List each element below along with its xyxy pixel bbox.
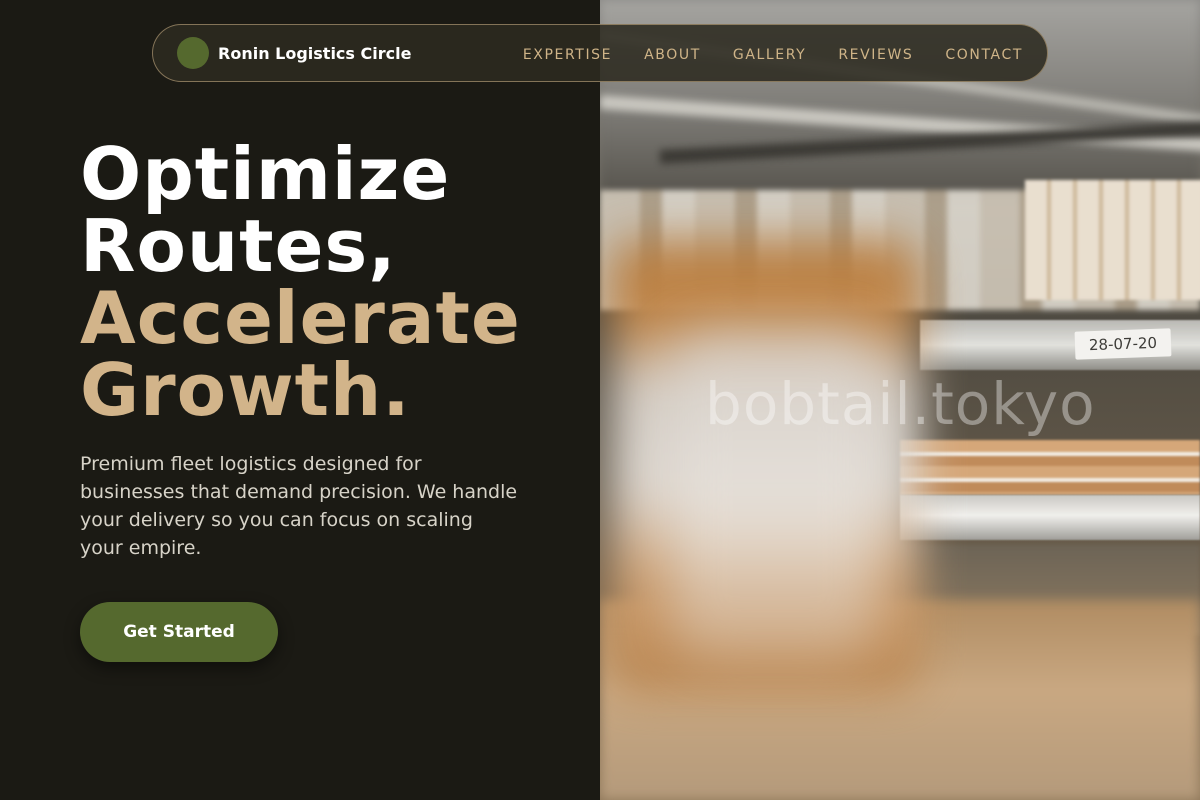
brand[interactable]: Ronin Logistics Circle [177,37,411,69]
get-started-button[interactable]: Get Started [80,602,278,662]
nav-link-gallery[interactable]: GALLERY [733,47,806,63]
shelf-boxes [900,440,1200,495]
hero-heading-accent-line: Accelerate [80,276,521,360]
top-navbar: Ronin Logistics Circle EXPERTISE ABOUT G… [152,24,1048,82]
nav-link-reviews[interactable]: REVIEWS [838,47,913,63]
nav-links: EXPERTISE ABOUT GALLERY REVIEWS CONTACT [523,44,1023,63]
nav-link-about[interactable]: ABOUT [644,47,701,63]
hero-heading-line: Optimize [80,132,451,216]
image-watermark: bobtail.tokyo [705,370,1096,438]
hero-heading-line: Routes, [80,204,397,288]
brand-logo-icon [177,37,209,69]
hero-heading-accent-line: Growth. [80,348,411,432]
hero-heading: Optimize Routes, Accelerate Growth. [80,138,521,426]
nav-link-contact[interactable]: CONTACT [945,47,1023,63]
shelf-date-label: 28-07-20 [1074,328,1172,360]
shelf-rail [900,495,1200,540]
stacked-boxes [1025,180,1200,300]
nav-link-expertise[interactable]: EXPERTISE [523,47,612,63]
warehouse-hero-image: 28-07-20 bobtail.tokyo [600,0,1200,800]
landing-page: 28-07-20 bobtail.tokyo Ronin Logistics C… [0,0,1200,800]
brand-name: Ronin Logistics Circle [218,43,412,63]
hero-description: Premium fleet logistics designed for bus… [80,453,518,559]
